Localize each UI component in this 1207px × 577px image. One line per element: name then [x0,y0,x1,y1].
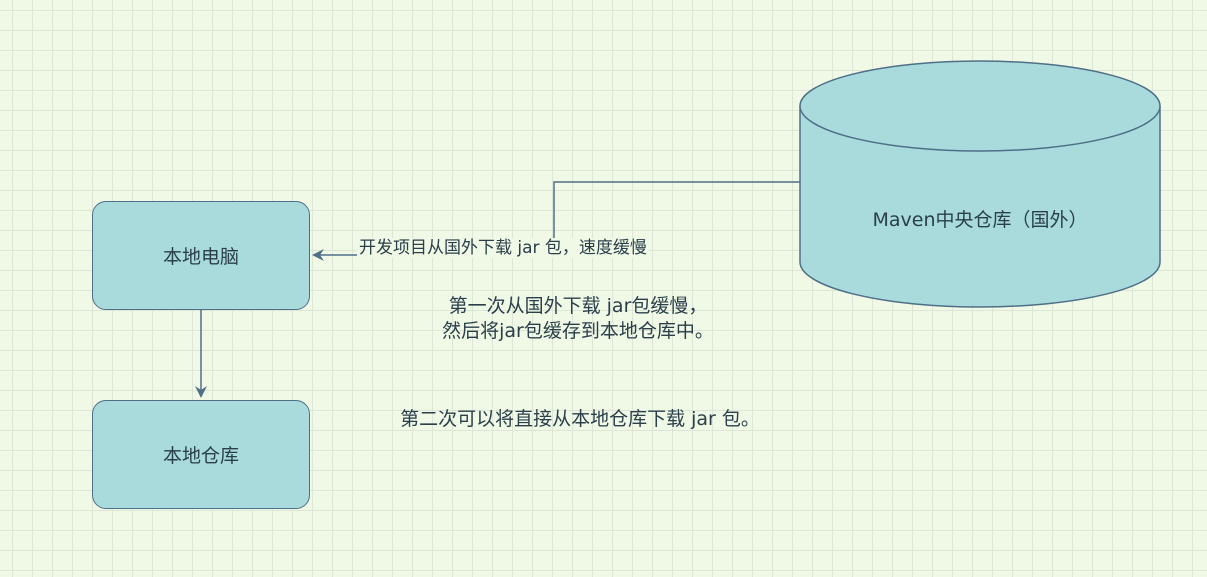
diagram-canvas: 本地电脑 本地仓库 Maven中央仓库（国外） 开发项目从国外下载 jar 包，… [0,0,1207,577]
local-repo-label: 本地仓库 [162,445,239,467]
note-first-line1: 第一次从国外下载 jar包缓慢， [448,295,708,317]
central-repo-cylinder[interactable] [799,60,1161,308]
local-pc-node[interactable]: 本地电脑 [92,201,310,310]
note-first-line2: 然后将jar包缓存到本地仓库中。 [442,320,714,342]
local-pc-label: 本地电脑 [162,246,239,268]
note-second-download: 第二次可以将直接从本地仓库下载 jar 包。 [400,408,760,430]
note-first-download: 第一次从国外下载 jar包缓慢， 然后将jar包缓存到本地仓库中。 [398,294,758,344]
local-repo-node[interactable]: 本地仓库 [92,400,310,509]
central-repo-label: Maven中央仓库（国外） [872,209,1088,231]
edge-download-label: 开发项目从国外下载 jar 包，速度缓慢 [357,238,649,258]
